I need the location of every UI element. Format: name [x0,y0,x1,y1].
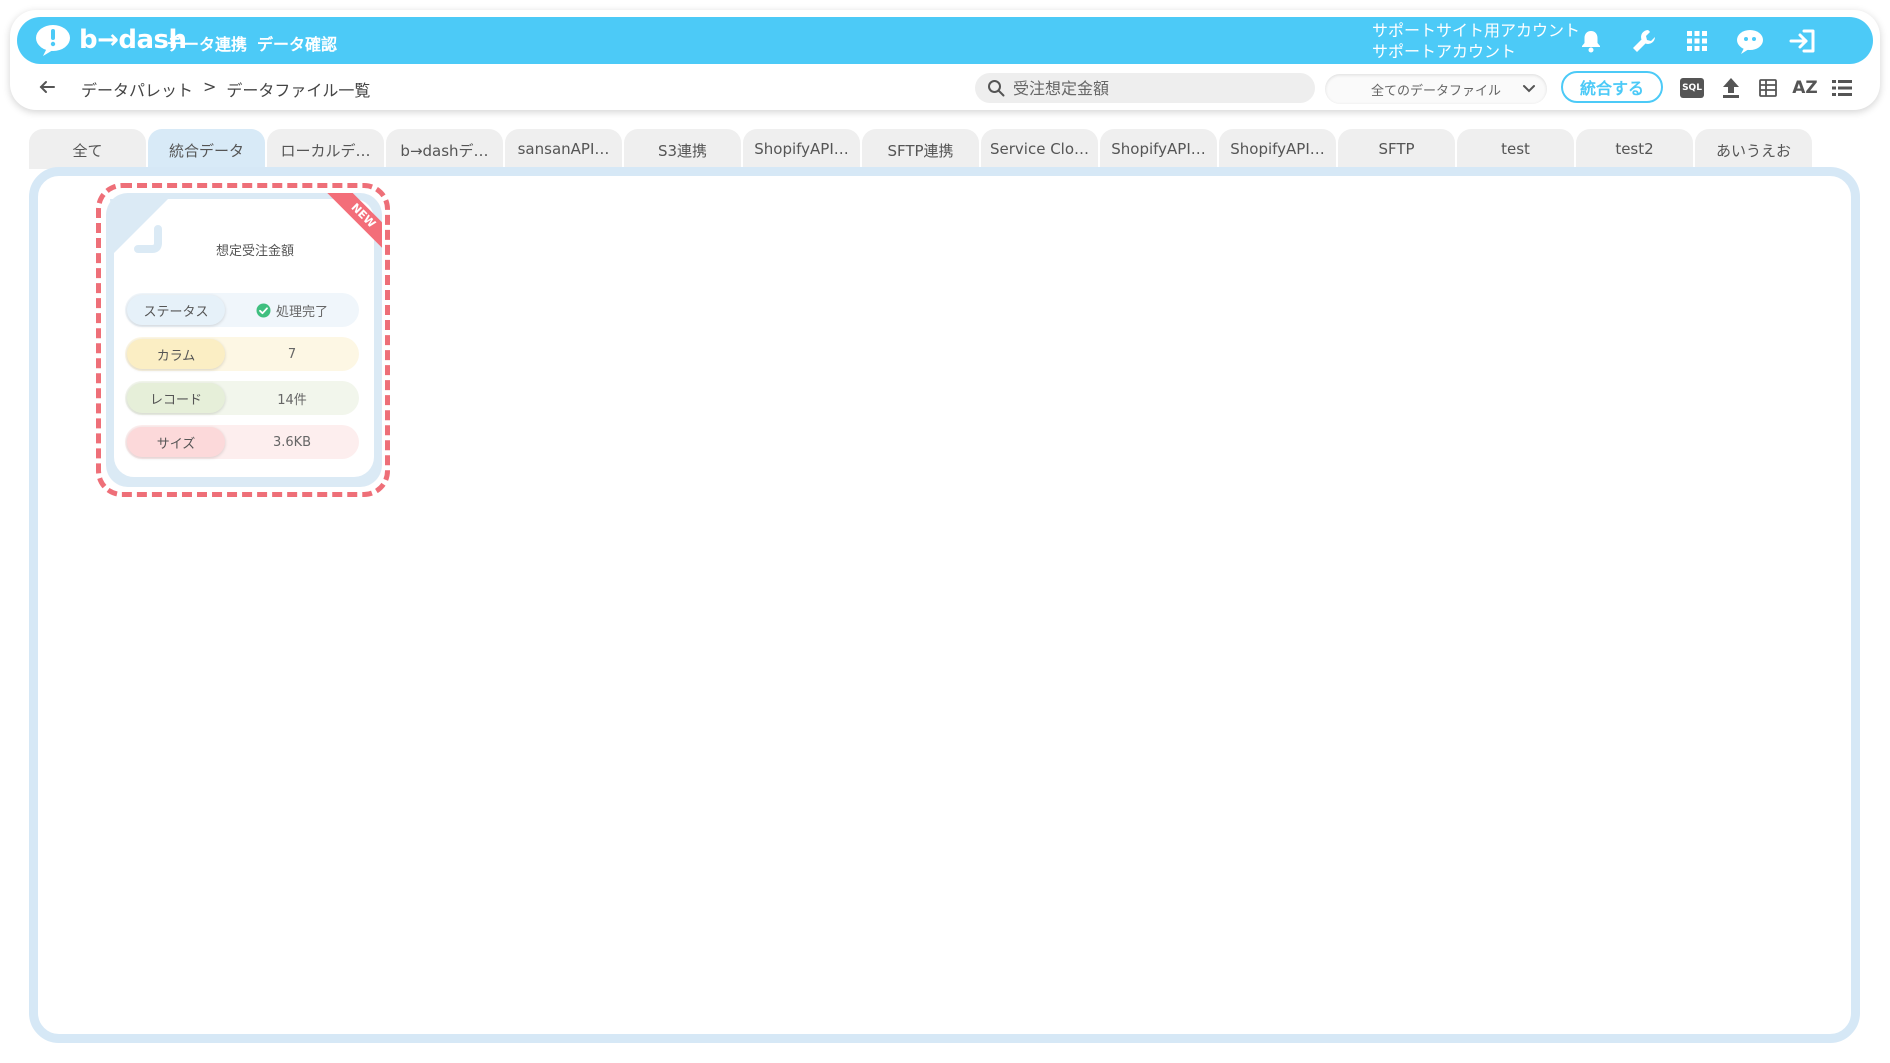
tab-s3[interactable]: S3連携 [624,129,741,169]
tab-merged-data[interactable]: 統合データ [148,129,265,169]
status-value: 処理完了 [225,293,359,327]
search-icon [988,80,1005,97]
file-card-title: 想定受注金額 [215,244,294,259]
wrench-icon[interactable] [1628,25,1660,57]
chevron-down-icon [1523,85,1535,93]
breadcrumb-separator: > [203,77,217,96]
tab-service-cloud[interactable]: Service Clo… [981,129,1098,169]
sort-az-icon[interactable]: AZ [1792,76,1818,100]
size-row: サイズ 3.6KB [125,425,359,459]
tab-aiueo[interactable]: あいうえお [1695,129,1812,169]
search-input[interactable] [1013,78,1293,98]
logout-icon[interactable] [1787,25,1819,57]
tab-sansan-api[interactable]: sansanAPI… [505,129,622,169]
sql-icon[interactable]: SQL [1679,76,1705,100]
tab-sftp-integration[interactable]: SFTP連携 [862,129,979,169]
tab-test2[interactable]: test2 [1576,129,1693,169]
sql-icon-label: SQL [1680,78,1704,98]
filter-selected-value: 全てのデータファイル [1370,83,1501,99]
status-text: 処理完了 [275,304,328,320]
bell-icon[interactable] [1575,25,1607,57]
status-row: ステータス 処理完了 [125,293,359,327]
sort-az-label: AZ [1792,78,1818,98]
column-row: カラム 7 [125,337,359,371]
breadcrumb-data-palette[interactable]: データパレット [81,77,193,101]
column-value: 7 [287,346,297,362]
record-value: 14件 [277,392,307,408]
tab-shopify-api-1[interactable]: ShopifyAPI… [743,129,860,169]
record-label: レコード [127,383,225,413]
record-row: レコード 14件 [125,381,359,415]
data-file-filter-select[interactable]: 全てのデータファイル [1325,74,1547,104]
search-box[interactable] [975,73,1315,103]
size-label: サイズ [127,427,225,457]
nav-data-check[interactable]: データ確認 [257,31,337,55]
list-view-icon[interactable] [1829,76,1855,100]
merge-button[interactable]: 統合する [1561,71,1663,103]
account-name: サポートサイト用アカウント [1372,21,1581,40]
tab-shopify-api-2[interactable]: ShopifyAPI… [1100,129,1217,169]
top-navigation-bar: b→dash データ連携 データ確認 サポートサイト用アカウント サポートアカウ… [17,17,1873,64]
account-info[interactable]: サポートサイト用アカウント サポートアカウント [1372,20,1580,62]
tab-local-data[interactable]: ローカルデ… [267,129,384,169]
status-label: ステータス [127,295,225,325]
tab-sftp[interactable]: SFTP [1338,129,1455,169]
size-value: 3.6KB [272,434,312,450]
check-circle-icon [256,303,271,317]
account-user: サポートアカウント [1372,42,1517,61]
chat-robot-icon[interactable] [1734,25,1766,57]
bdash-logo[interactable]: b→dash [33,23,187,57]
tab-all[interactable]: 全て [29,129,146,169]
upload-icon[interactable] [1718,76,1744,100]
nav-data-integration[interactable]: データ連携 [167,31,247,55]
tab-bdash-data[interactable]: b→dashデ… [386,129,503,169]
column-label: カラム [127,339,225,369]
logo-bubble-icon [36,25,70,56]
breadcrumb: データパレット > データファイル一覧 [81,77,370,101]
apps-grid-icon[interactable] [1681,25,1713,57]
tab-shopify-api-3[interactable]: ShopifyAPI… [1219,129,1336,169]
back-arrow-icon[interactable] [36,76,58,98]
table-view-icon[interactable] [1755,76,1781,100]
breadcrumb-current: データファイル一覧 [226,81,371,100]
tab-test[interactable]: test [1457,129,1574,169]
